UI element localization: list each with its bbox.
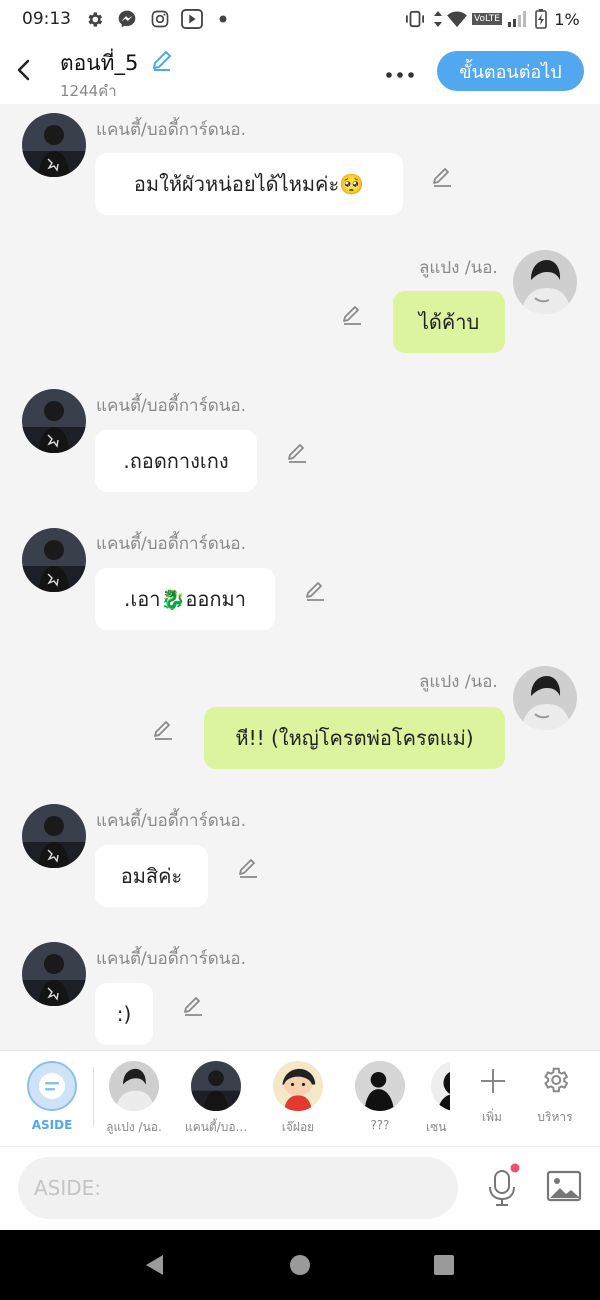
microphone-icon[interactable] (484, 1163, 520, 1209)
aside-character[interactable]: ASIDE (22, 1061, 82, 1141)
character-name: ??? (370, 1118, 390, 1132)
messenger-icon (116, 9, 138, 29)
message-bubble[interactable]: หี!! (ใหญ่โครตพ่อโครตแม่) (204, 707, 505, 769)
message-bubble[interactable]: อมให้ผัวหน่อยได้ไหมค่ะ🥺 (95, 153, 403, 215)
character-name: เซน (426, 1120, 447, 1134)
message-bubble[interactable]: .ถอดกางเกง (95, 430, 257, 492)
character-bar: ASIDE ลูแปง /นอ. แคนตี้/บอ... เจ๊ฝอย ???… (0, 1050, 600, 1146)
sender-name: แคนตี้/บอดี้การ์ดนอ. (96, 396, 247, 416)
signal-icon (506, 9, 528, 29)
aside-avatar (27, 1061, 77, 1111)
sender-name: ลูแปง /นอ. (419, 258, 498, 278)
edit-message-icon[interactable] (151, 717, 175, 741)
manage-label: บริหาร (537, 1110, 573, 1124)
system-nav-bar (0, 1230, 600, 1300)
edit-message-icon[interactable] (340, 302, 364, 326)
status-bar: 09:13 VoLTE 1% (0, 0, 600, 38)
edit-message-icon[interactable] (303, 578, 327, 602)
settings-icon (84, 9, 104, 29)
avatar-candy[interactable] (22, 113, 86, 177)
character-name: เจ๊ฝอย (281, 1120, 315, 1134)
sender-name: แคนตี้/บอดี้การ์ดนอ. (96, 120, 247, 140)
message-bubble[interactable]: อมสิค่ะ (95, 845, 208, 907)
word-count: 1244คำ (60, 82, 117, 100)
avatar-candy[interactable] (22, 804, 86, 868)
avatar-candy[interactable] (22, 528, 86, 592)
edit-message-icon[interactable] (430, 164, 454, 188)
character-unknown[interactable]: ??? (350, 1061, 410, 1141)
edit-message-icon[interactable] (181, 993, 205, 1017)
message-bubble[interactable]: ได้ค้าบ (393, 291, 505, 353)
edit-message-icon[interactable] (285, 440, 309, 464)
more-options-icon[interactable] (385, 64, 415, 78)
character-name: แคนตี้/บอ... (184, 1120, 248, 1134)
wifi-icon (445, 9, 469, 29)
nav-home-icon[interactable] (289, 1254, 311, 1280)
vibrate-icon (404, 9, 426, 29)
gear-icon (540, 1065, 570, 1099)
edit-title-icon[interactable] (150, 48, 174, 72)
add-character-button[interactable]: เพิ่ม (470, 1065, 514, 1135)
image-icon[interactable] (546, 1169, 582, 1203)
message-bubble[interactable]: :) (95, 983, 153, 1045)
message-bubble[interactable]: .เอา🐉ออกมา (95, 568, 275, 630)
edit-message-icon[interactable] (236, 855, 260, 879)
character-candy[interactable]: แคนตี้/บอ... (185, 1061, 247, 1141)
instagram-icon (149, 9, 171, 29)
battery-icon (534, 9, 548, 29)
plus-icon (479, 1067, 507, 1099)
character-avatar (109, 1061, 159, 1111)
aside-label: ASIDE (31, 1118, 73, 1132)
volte-badge: VoLTE (471, 9, 503, 29)
volte-label: VoLTE (472, 13, 502, 25)
chat-area[interactable]: แคนตี้/บอดี้การ์ดนอ. อมให้ผัวหน่อยได้ไหม… (0, 104, 600, 1050)
next-step-button[interactable]: ขั้นตอนต่อไป (437, 51, 584, 91)
back-icon[interactable] (14, 58, 34, 82)
sender-name: แคนตี้/บอดี้การ์ดนอ. (96, 534, 247, 554)
composer-bar (0, 1146, 600, 1230)
character-avatar (273, 1061, 323, 1111)
manage-button[interactable]: บริหาร (530, 1065, 580, 1135)
character-lupang[interactable]: ลูแปง /นอ. (104, 1061, 164, 1141)
character-name: ลูแปง /นอ. (106, 1120, 162, 1134)
add-label: เพิ่ม (482, 1110, 502, 1124)
status-time: 09:13 (22, 9, 71, 29)
notification-dot-icon (218, 9, 228, 29)
aside-input[interactable] (18, 1157, 458, 1219)
character-avatar (431, 1061, 450, 1111)
app-header: ตอนที่_5 1244คำ ขั้นตอนต่อไป (0, 38, 600, 104)
sender-name: แคนตี้/บอดี้การ์ดนอ. (96, 811, 247, 831)
avatar-candy[interactable] (22, 942, 86, 1006)
nav-back-icon[interactable] (143, 1253, 165, 1281)
avatar-candy[interactable] (22, 389, 86, 453)
nav-recents-icon[interactable] (433, 1254, 455, 1280)
avatar-lupang[interactable] (513, 250, 577, 314)
battery-level: 1% (554, 9, 580, 29)
character-jefoy[interactable]: เจ๊ฝอย (268, 1061, 328, 1141)
youtube-icon (180, 9, 204, 29)
episode-title: ตอนที่_5 (60, 51, 139, 75)
character-avatar (191, 1061, 241, 1111)
character-avatar (355, 1061, 405, 1111)
avatar-lupang[interactable] (513, 666, 577, 730)
character-zen[interactable]: เซน (426, 1061, 450, 1141)
sender-name: ลูแปง /นอ. (419, 672, 498, 692)
sender-name: แคนตี้/บอดี้การ์ดนอ. (96, 949, 247, 969)
data-transfer-icon (432, 9, 444, 29)
